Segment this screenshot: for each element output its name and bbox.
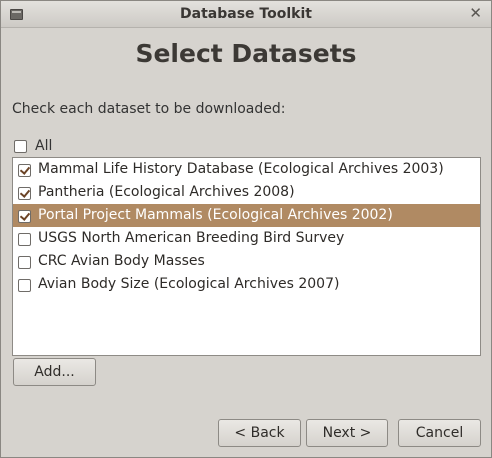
dataset-label: CRC Avian Body Masses [38, 253, 205, 269]
cancel-button[interactable]: Cancel [398, 419, 481, 447]
add-button[interactable]: Add... [13, 358, 96, 386]
dataset-checkbox[interactable] [18, 233, 31, 246]
title-bar[interactable]: Database Toolkit ✕ [1, 1, 491, 28]
dataset-label: Pantheria (Ecological Archives 2008) [38, 184, 295, 200]
window-title: Database Toolkit [180, 6, 312, 22]
dataset-row[interactable]: USGS North American Breeding Bird Survey [13, 227, 480, 250]
dataset-checkbox[interactable] [18, 164, 31, 177]
dataset-label: Mammal Life History Database (Ecological… [38, 161, 444, 177]
select-all-label: All [35, 138, 53, 154]
close-icon[interactable]: ✕ [469, 4, 482, 22]
dataset-label: USGS North American Breeding Bird Survey [38, 230, 345, 246]
dataset-checkbox[interactable] [18, 187, 31, 200]
select-all-row[interactable]: All [14, 138, 52, 154]
dataset-row[interactable]: Avian Body Size (Ecological Archives 200… [13, 273, 480, 296]
instructions-text: Check each dataset to be downloaded: [12, 101, 286, 117]
dataset-label: Portal Project Mammals (Ecological Archi… [38, 207, 393, 223]
dataset-row[interactable]: Portal Project Mammals (Ecological Archi… [13, 204, 480, 227]
dataset-list[interactable]: Mammal Life History Database (Ecological… [12, 157, 481, 356]
dataset-checkbox[interactable] [18, 279, 31, 292]
dataset-label: Avian Body Size (Ecological Archives 200… [38, 276, 340, 292]
page-title: Select Datasets [135, 39, 357, 68]
dataset-checkbox[interactable] [18, 256, 31, 269]
next-button[interactable]: Next > [306, 419, 388, 447]
dataset-checkbox[interactable] [18, 210, 31, 223]
select-all-checkbox[interactable] [14, 139, 27, 153]
back-button[interactable]: < Back [218, 419, 301, 447]
dataset-row[interactable]: Mammal Life History Database (Ecological… [13, 158, 480, 181]
dataset-row[interactable]: Pantheria (Ecological Archives 2008) [13, 181, 480, 204]
dataset-row[interactable]: CRC Avian Body Masses [13, 250, 480, 273]
dialog-window: Database Toolkit ✕ Select Datasets Check… [0, 0, 492, 458]
